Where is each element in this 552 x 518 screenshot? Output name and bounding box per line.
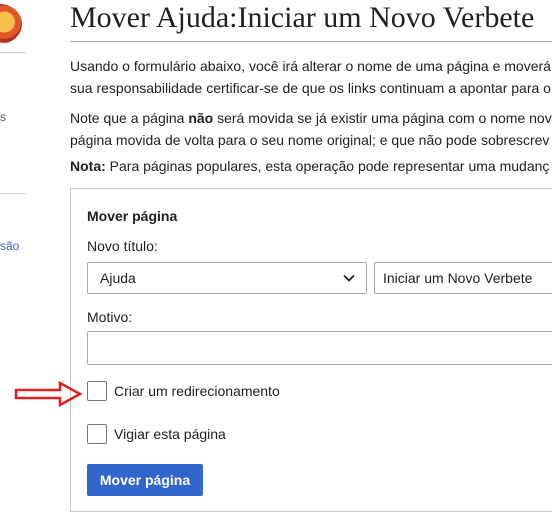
intro-line: Usando o formulário abaixo, você irá alt…	[70, 58, 551, 74]
chevron-down-icon	[343, 274, 355, 282]
watch-label[interactable]: Vigiar esta página	[114, 426, 226, 442]
new-title-label: Novo título:	[87, 238, 158, 254]
note-line: página movida de volta para o seu nome o…	[70, 132, 550, 148]
note-text: será movida se já existir uma página com…	[213, 110, 552, 126]
red-arrow-icon	[14, 381, 82, 407]
note-text: Note que a página	[70, 110, 189, 126]
new-title-input[interactable]	[374, 262, 552, 294]
sidebar-link[interactable]: são	[0, 239, 19, 253]
redirect-checkbox[interactable]	[87, 381, 107, 401]
sidebar-fragment: s	[0, 110, 6, 124]
nota-text: Para páginas populares, esta operação po…	[105, 158, 550, 174]
note-emphasis: não	[188, 110, 214, 126]
title-divider	[70, 41, 552, 42]
namespace-value: Ajuda	[100, 270, 136, 286]
page-title: Mover Ajuda:Iniciar um Novo Verbete	[70, 1, 535, 34]
move-page-button[interactable]: Mover página	[87, 464, 203, 496]
reason-input[interactable]	[87, 331, 552, 365]
site-logo[interactable]	[0, 0, 26, 48]
watch-checkbox[interactable]	[87, 424, 107, 444]
fieldset-legend: Mover página	[87, 208, 178, 224]
nota-paragraph: Nota: Para páginas populares, esta opera…	[70, 155, 552, 177]
intro-paragraph: Usando o formulário abaixo, você irá alt…	[70, 55, 552, 99]
note-paragraph: Note que a página não será movida se já …	[70, 107, 552, 151]
reason-label: Motivo:	[87, 309, 133, 325]
wiki-globe-logo-icon	[0, 4, 22, 44]
sidebar-divider	[0, 193, 26, 194]
sidebar-divider	[0, 52, 26, 53]
nota-label: Nota:	[70, 158, 106, 174]
intro-line: sua responsabilidade certificar-se de qu…	[70, 80, 551, 96]
namespace-dropdown[interactable]: Ajuda	[87, 262, 367, 294]
redirect-label[interactable]: Criar um redirecionamento	[114, 383, 280, 399]
